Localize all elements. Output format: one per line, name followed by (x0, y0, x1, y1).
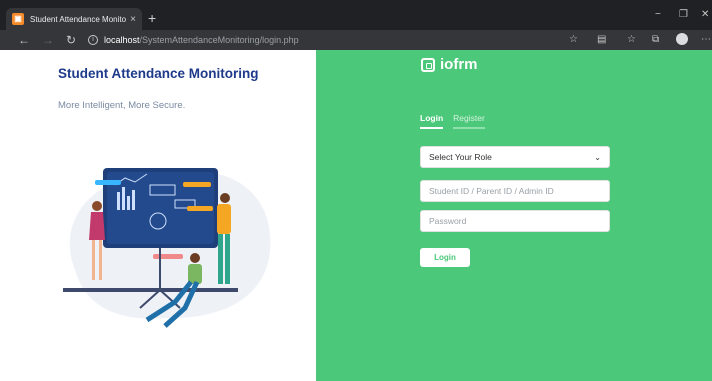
brand-name: iofrm (440, 56, 478, 73)
refresh-icon[interactable]: ↻ (66, 32, 76, 48)
url-host: localhost (104, 35, 140, 45)
close-window-button[interactable]: ✕ (701, 9, 709, 20)
forward-icon[interactable]: → (42, 32, 54, 48)
tab-title: Student Attendance Monitoring (30, 14, 127, 24)
page-title: Student Attendance Monitoring (58, 66, 259, 81)
info-icon[interactable]: i (88, 35, 98, 45)
star-icon[interactable]: ☆ (569, 34, 578, 46)
bookmark-icon: ▣ (12, 13, 24, 25)
url-input[interactable]: i localhost /SystemAttendanceMonitoring/… (88, 32, 588, 48)
auth-tabs: Login Register (420, 113, 495, 129)
brand: iofrm (421, 56, 478, 73)
tab-close-icon[interactable]: × (130, 14, 136, 25)
more-icon[interactable]: ⋯ (701, 34, 711, 46)
chevron-down-icon: ⌄ (594, 152, 601, 162)
presentation-illustration (63, 168, 271, 328)
url-path: /SystemAttendanceMonitoring/login.php (139, 35, 299, 45)
browser-tab-bar: ▣ Student Attendance Monitoring × + − ❐ … (0, 0, 712, 30)
profile-icon[interactable] (676, 33, 688, 45)
tab-login[interactable]: Login (420, 113, 444, 129)
browser-tab[interactable]: ▣ Student Attendance Monitoring × (6, 8, 142, 30)
collections-icon[interactable]: ⧉ (652, 34, 659, 46)
login-button[interactable]: Login (420, 248, 470, 267)
restore-button[interactable]: ❐ (679, 9, 688, 20)
logo-icon (421, 57, 435, 72)
address-bar: ← → ↻ i localhost /SystemAttendanceMonit… (0, 30, 712, 50)
favorites-icon[interactable]: ☆ (627, 34, 636, 46)
role-select-value: Select Your Role (429, 152, 492, 162)
tab-register[interactable]: Register (453, 113, 485, 129)
reader-icon[interactable]: ▤ (597, 34, 606, 46)
back-icon[interactable]: ← (18, 32, 30, 48)
new-tab-button[interactable]: + (148, 9, 156, 27)
user-id-input[interactable]: Student ID / Parent ID / Admin ID (420, 180, 610, 202)
minimize-button[interactable]: − (655, 9, 661, 20)
page-subtitle: More Intelligent, More Secure. (58, 100, 186, 111)
role-select[interactable]: Select Your Role ⌄ (420, 146, 610, 168)
password-input[interactable]: Password (420, 210, 610, 232)
